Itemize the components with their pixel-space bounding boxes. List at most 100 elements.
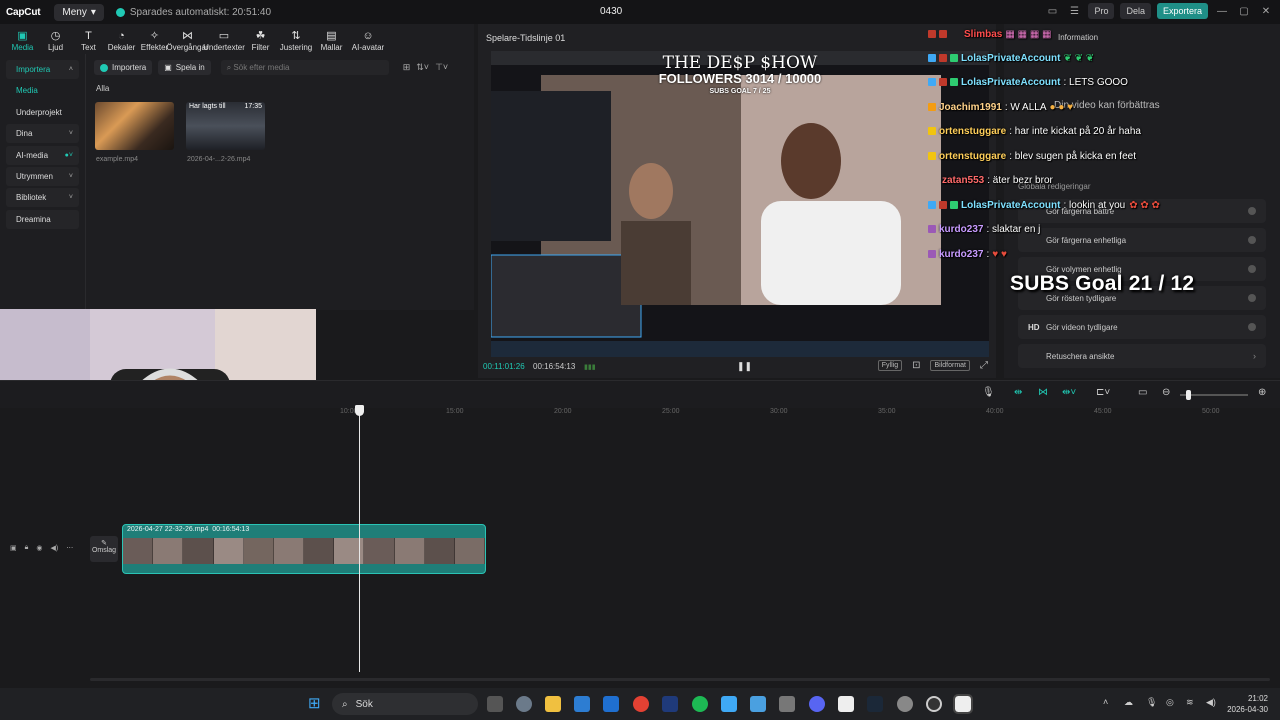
outlook-icon[interactable] xyxy=(603,696,619,712)
toggle[interactable] xyxy=(1248,294,1256,302)
cover-button[interactable]: ✎ Omslag xyxy=(90,536,118,562)
sidebar-item-label: Dreamina xyxy=(16,214,51,224)
network-icon[interactable]: ☁ xyxy=(1124,697,1133,708)
layout-icon[interactable]: ▭ xyxy=(1044,6,1060,17)
microphone-icon[interactable]: 🎙 xyxy=(1146,697,1157,708)
record-button[interactable]: ▣ Spela in xyxy=(158,60,211,75)
lock-icon[interactable]: 🔒︎ xyxy=(25,544,29,552)
file-explorer-icon[interactable] xyxy=(545,696,561,712)
chrome-icon[interactable] xyxy=(633,696,649,712)
pause-icon[interactable]: ❚❚ xyxy=(737,361,752,372)
grid-view-icon[interactable]: ⊞ xyxy=(403,62,411,73)
media-thumb-example[interactable] xyxy=(95,102,174,150)
toggle[interactable] xyxy=(1248,323,1256,331)
app-icon[interactable] xyxy=(662,696,678,712)
enhance-row-video-clarity[interactable]: HD Gör videon tydligare xyxy=(1018,315,1266,339)
emote-icon: ▦ ▦ ▦ ▦ xyxy=(1005,28,1052,40)
chat-username: ortenstuggare xyxy=(939,150,1007,162)
timeline-scrollbar[interactable] xyxy=(90,678,1270,681)
capcut-icon[interactable] xyxy=(838,696,854,712)
zoom-out-icon[interactable]: ⊖ xyxy=(1162,387,1170,398)
sidebar-item-library[interactable]: Bibliotek ˅ xyxy=(6,188,79,208)
project-title[interactable]: 0430 xyxy=(600,6,622,17)
pro-button[interactable]: Pro xyxy=(1088,3,1115,19)
playhead-handle[interactable] xyxy=(355,405,364,416)
tool-audio[interactable]: ◷ Ljud xyxy=(39,30,72,54)
tool-filter[interactable]: ☘ Filter xyxy=(244,30,277,54)
tool-stickers[interactable]: ◔ Dekaler xyxy=(105,30,138,54)
sidebar-item-spaces[interactable]: Utrymmen ˅ xyxy=(6,166,79,186)
microphone-icon[interactable]: 🎙 xyxy=(982,387,995,398)
chevron-up-icon[interactable]: ˄ xyxy=(1103,697,1108,707)
tool-ai-avatar[interactable]: ☺ AI-avatar xyxy=(348,30,388,54)
sidebar-item-ai-media[interactable]: AI-media ●˅ xyxy=(6,145,79,165)
volume-icon[interactable]: ◀) xyxy=(1206,697,1216,708)
fullscreen-icon[interactable]: ⤢ xyxy=(980,360,988,371)
tool-captions[interactable]: ▭ Undertexter xyxy=(203,30,245,54)
link-clips-icon[interactable]: ⇹ xyxy=(1014,387,1022,398)
playhead[interactable] xyxy=(359,408,360,672)
import-button[interactable]: Importera xyxy=(94,60,153,75)
chat-username: kurdo237 xyxy=(939,223,984,235)
sidebar-item-yours[interactable]: Dina ˅ xyxy=(6,124,79,144)
app-icon[interactable] xyxy=(897,696,913,712)
capcut-active-icon[interactable] xyxy=(953,694,973,714)
calculator-icon[interactable] xyxy=(779,696,795,712)
tool-adjust[interactable]: ⇅ Justering xyxy=(277,30,315,54)
enhance-row-retouch[interactable]: Retuschera ansikte › xyxy=(1018,344,1266,368)
close-icon[interactable]: ✕ xyxy=(1258,6,1274,17)
maximize-icon[interactable]: ▢ xyxy=(1236,6,1252,17)
windows-start-icon[interactable]: ⊞ xyxy=(308,696,324,712)
menu-button[interactable]: Meny ▾ xyxy=(54,3,104,21)
settings-icon[interactable]: ☰ xyxy=(1066,6,1082,17)
chat-username: kurdo237 xyxy=(939,248,984,260)
zoom-slider-handle[interactable] xyxy=(1186,390,1191,400)
media-search-input[interactable]: ⌕ Sök efter media xyxy=(220,60,389,75)
spotify-icon[interactable] xyxy=(692,696,708,712)
discord-icon[interactable] xyxy=(809,696,825,712)
clock[interactable]: 21:02 2026-04-30 xyxy=(1227,693,1268,715)
fit-button[interactable]: Fyllig xyxy=(877,360,903,371)
volume-icon[interactable]: ◀) xyxy=(50,544,58,552)
media-thumb-recording[interactable]: Har lagts till 17:35 xyxy=(186,102,265,150)
cloud-icon[interactable] xyxy=(721,696,737,712)
sidebar-item-subprojects[interactable]: Underprojekt xyxy=(6,103,79,122)
sidebar-item-import[interactable]: Importera ˄ xyxy=(6,60,79,79)
minimize-icon[interactable]: — xyxy=(1214,6,1230,17)
sidebar-item-dreamina[interactable]: Dreamina xyxy=(6,209,79,229)
settings-app-icon[interactable] xyxy=(516,696,532,712)
filter-menu-icon[interactable]: ⊤˅ xyxy=(435,62,448,73)
notes-icon[interactable] xyxy=(750,696,766,712)
video-preview[interactable]: THE DE$P $HOW FOLLOWERS 3014 / 10000 SUB… xyxy=(491,51,989,357)
aspect-ratio-button[interactable]: Bildformat xyxy=(930,360,970,371)
snap-icon[interactable]: ⇹˅ xyxy=(1062,387,1076,398)
media-player-icon[interactable] xyxy=(926,696,942,712)
sidebar-item-media[interactable]: Media xyxy=(6,81,79,100)
tool-transitions[interactable]: ⋈ Övergångar xyxy=(166,30,208,54)
tool-text[interactable]: T Text xyxy=(72,30,105,54)
store-icon[interactable] xyxy=(574,696,590,712)
tool-templates[interactable]: ▤ Mallar xyxy=(315,30,348,54)
filter-all-label[interactable]: Alla xyxy=(96,84,109,93)
zoom-in-icon[interactable]: ⊕ xyxy=(1258,387,1266,398)
split-icon[interactable]: ⊏˅ xyxy=(1096,387,1110,398)
sort-icon[interactable]: ⇅˅ xyxy=(416,62,429,73)
crop-icon[interactable]: ⊡ xyxy=(912,360,920,371)
steam-icon[interactable] xyxy=(867,696,883,712)
taskbar-search[interactable]: ⌕ Sök xyxy=(332,693,478,715)
tool-media[interactable]: ▣ Media xyxy=(6,30,39,54)
magnet-icon[interactable]: ⋈ xyxy=(1038,387,1048,398)
ruler-tick: 30:00 xyxy=(770,408,788,415)
location-icon[interactable]: ◎ xyxy=(1166,697,1174,708)
preview-icon[interactable]: ▭ xyxy=(1138,387,1147,398)
wifi-icon[interactable]: ≋ xyxy=(1186,697,1194,708)
adjust-icon: ⇅ xyxy=(291,30,301,42)
task-view-icon[interactable] xyxy=(487,696,503,712)
eye-icon[interactable]: ◉ xyxy=(36,544,42,552)
share-button[interactable]: Dela xyxy=(1120,3,1151,19)
video-clip[interactable]: 2026-04-27 22-32-26.mp4 00:16:54:13 xyxy=(122,524,486,574)
chat-message: ortenstuggare: har inte kickat på 20 år … xyxy=(928,122,1141,140)
clock-date: 2026-04-30 xyxy=(1227,705,1268,714)
more-icon[interactable]: ⋯ xyxy=(66,544,73,552)
export-button[interactable]: Exportera xyxy=(1156,3,1208,19)
